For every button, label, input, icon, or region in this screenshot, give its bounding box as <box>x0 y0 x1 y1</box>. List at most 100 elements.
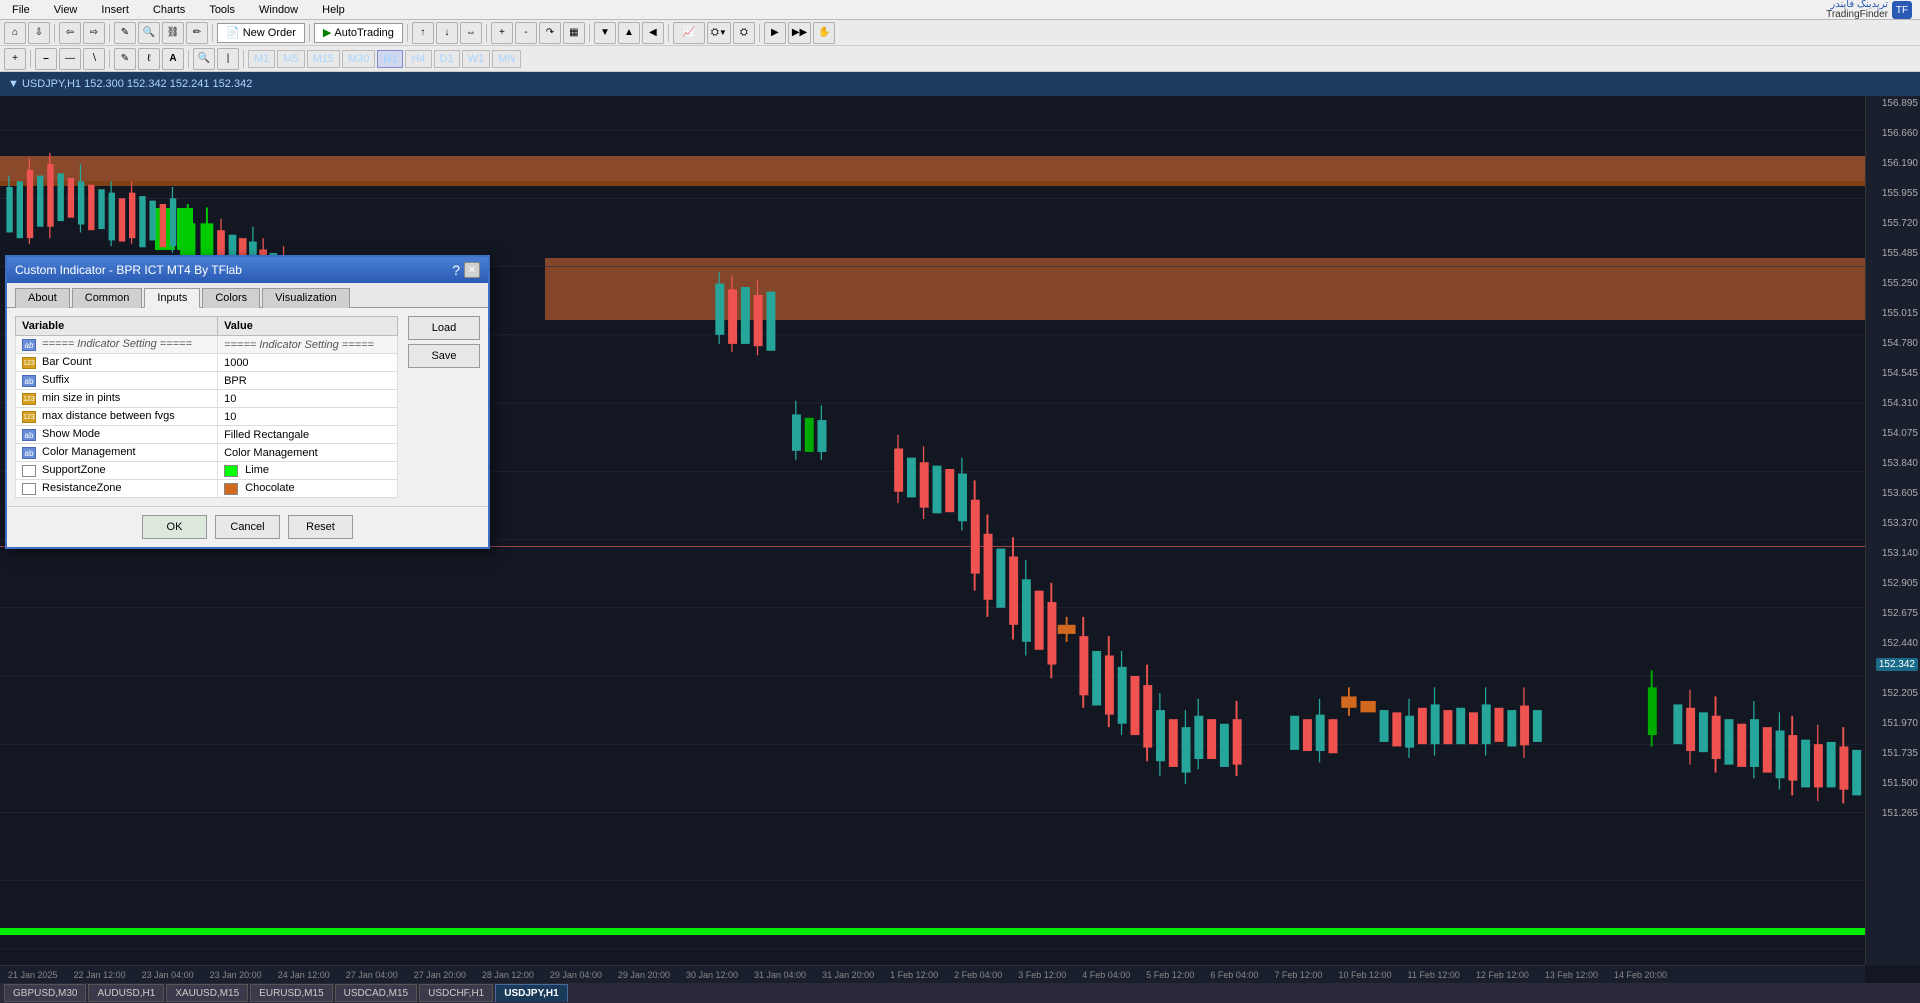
toolbar-btn-back[interactable]: ⇦ <box>59 22 81 44</box>
tf-h1[interactable]: H1 <box>377 50 403 68</box>
reset-button[interactable]: Reset <box>288 515 353 539</box>
toolbar-btn-15[interactable]: ⛭ <box>733 22 755 44</box>
price-151970: 151.970 <box>1882 718 1918 729</box>
price-151735: 151.735 <box>1882 748 1918 759</box>
autotrading-button[interactable]: ▶ AutoTrading <box>314 23 403 43</box>
price-153140: 153.140 <box>1882 548 1918 559</box>
toolbar-btn-6[interactable]: ✏ <box>186 22 208 44</box>
toolbar-tline[interactable]: ∖ <box>83 48 105 70</box>
ok-button[interactable]: OK <box>142 515 207 539</box>
custom-indicator-dialog[interactable]: Custom Indicator - BPR ICT MT4 By TFlab … <box>5 255 490 549</box>
tf-d1[interactable]: D1 <box>434 50 460 68</box>
tf-h4[interactable]: H4 <box>405 50 431 68</box>
tab-gbpusd-m30[interactable]: GBPUSD,M30 <box>4 984 86 1002</box>
tab-eurusd-m15[interactable]: EURUSD,M15 <box>250 984 332 1002</box>
menu-insert[interactable]: Insert <box>97 2 133 18</box>
toolbar-zoom[interactable]: 🔍 <box>193 48 215 70</box>
tab-common[interactable]: Common <box>72 288 143 308</box>
cell-val-maxdist: 10 <box>218 408 398 426</box>
tab-colors[interactable]: Colors <box>202 288 260 308</box>
dialog-footer: OK Cancel Reset <box>7 506 488 547</box>
menu-bar: File View Insert Charts Tools Window Hel… <box>0 0 1920 20</box>
tab-usdcad-m15[interactable]: USDCAD,M15 <box>335 984 417 1002</box>
dialog-close-button[interactable]: ✕ <box>464 262 480 278</box>
toolbar-btn-2[interactable]: ⇩ <box>28 22 50 44</box>
icon-ab-suffix: ab <box>22 375 36 387</box>
load-button[interactable]: Load <box>408 316 480 340</box>
tab-about[interactable]: About <box>15 288 70 308</box>
save-button[interactable]: Save <box>408 344 480 368</box>
time-19: 6 Feb 04:00 <box>1202 970 1266 980</box>
menu-charts[interactable]: Charts <box>149 2 189 18</box>
toolbar-btn-17[interactable]: ▶▶ <box>788 22 811 44</box>
toolbar-btn-13[interactable]: ◀ <box>642 22 664 44</box>
sep8 <box>668 24 669 42</box>
toolbar-btn-16[interactable]: ▶ <box>764 22 786 44</box>
toolbar-fib[interactable]: ℓ <box>138 48 160 70</box>
resistance-color-swatch[interactable] <box>224 483 238 495</box>
toolbar-btn-5[interactable]: ⛓ <box>162 22 184 44</box>
icon-ab-section: ab <box>22 339 36 351</box>
toolbar-cross[interactable]: + <box>4 48 26 70</box>
tab-inputs[interactable]: Inputs <box>144 288 200 308</box>
time-4: 23 Jan 20:00 <box>202 970 270 980</box>
autotrading-label: AutoTrading <box>334 27 394 39</box>
tab-usdchf-h1[interactable]: USDCHF,H1 <box>419 984 493 1002</box>
toolbar-period-sep[interactable]: | <box>217 48 239 70</box>
toolbar-line[interactable]: ⎯ <box>35 48 57 70</box>
col-value: Value <box>218 317 398 336</box>
toolbar-btn-1[interactable]: ⌂ <box>4 22 26 44</box>
cancel-button[interactable]: Cancel <box>215 515 280 539</box>
toolbar-btn-fit[interactable]: ↷ <box>539 22 561 44</box>
toolbar-btn-4[interactable]: 🔍 <box>138 22 160 44</box>
toolbar-btn-12[interactable]: ▲ <box>618 22 640 44</box>
tab-xauusd-m15[interactable]: XAUUSD,M15 <box>166 984 248 1002</box>
icon-num-barcount: 123 <box>22 357 36 369</box>
tab-usdjpy-h1[interactable]: USDJPY,H1 <box>495 984 567 1002</box>
autotrading-icon: ▶ <box>323 26 331 39</box>
toolbar-btn-18[interactable]: ✋ <box>813 22 835 44</box>
menu-window[interactable]: Window <box>255 2 302 18</box>
dialog-help-button[interactable]: ? <box>452 262 460 278</box>
bottom-tab-bar: GBPUSD,M30 AUDUSD,H1 XAUUSD,M15 EURUSD,M… <box>0 983 1920 1003</box>
menu-help[interactable]: Help <box>318 2 349 18</box>
toolbar-btn-7[interactable]: ↑ <box>412 22 434 44</box>
cell-val-section: ===== Indicator Setting ===== <box>218 336 398 354</box>
toolbar-btn-zoomin[interactable]: + <box>491 22 513 44</box>
toolbar-btn-indicators[interactable]: 📈 <box>673 22 705 44</box>
tf-m30[interactable]: M30 <box>342 50 375 68</box>
toolbar-hline[interactable]: ― <box>59 48 81 70</box>
sep11 <box>109 50 110 68</box>
toolbar-btn-14[interactable]: ⛭▼ <box>707 22 731 44</box>
toolbar-btn-fwd[interactable]: ⇨ <box>83 22 105 44</box>
price-current: 152.342 <box>1876 658 1918 671</box>
menu-file[interactable]: File <box>8 2 34 18</box>
price-155720: 155.720 <box>1882 218 1918 229</box>
cell-var-colormgmt: ab Color Management <box>16 444 218 462</box>
cell-val-minsize: 10 <box>218 390 398 408</box>
tab-visualization[interactable]: Visualization <box>262 288 350 308</box>
toolbar-pencil[interactable]: ✎ <box>114 48 136 70</box>
price-156895: 156.895 <box>1882 98 1918 109</box>
toolbar-btn-3[interactable]: ✎ <box>114 22 136 44</box>
tf-mn[interactable]: MN <box>492 50 521 68</box>
table-row: ResistanceZone Chocolate <box>16 480 398 498</box>
toolbar-text[interactable]: A <box>162 48 184 70</box>
tf-w1[interactable]: W1 <box>462 50 491 68</box>
new-order-button[interactable]: 📄 New Order <box>217 23 305 43</box>
icon-num-maxdist: 123 <box>22 411 36 423</box>
table-row: 123 max distance between fvgs 10 <box>16 408 398 426</box>
support-color-swatch[interactable] <box>224 465 238 477</box>
tf-m5[interactable]: M5 <box>277 50 304 68</box>
menu-tools[interactable]: Tools <box>205 2 239 18</box>
toolbar-btn-10[interactable]: ▦ <box>563 22 585 44</box>
menu-view[interactable]: View <box>50 2 82 18</box>
tf-m1[interactable]: M1 <box>248 50 275 68</box>
toolbar-btn-8[interactable]: ↓ <box>436 22 458 44</box>
toolbar-btn-11[interactable]: ▼ <box>594 22 616 44</box>
toolbar-btn-9[interactable]: ⇔ <box>460 22 482 44</box>
dialog-tabs: About Common Inputs Colors Visualization <box>7 283 488 308</box>
tab-audusd-h1[interactable]: AUDUSD,H1 <box>88 984 164 1002</box>
toolbar-btn-zoomout[interactable]: - <box>515 22 537 44</box>
tf-m15[interactable]: M15 <box>307 50 340 68</box>
